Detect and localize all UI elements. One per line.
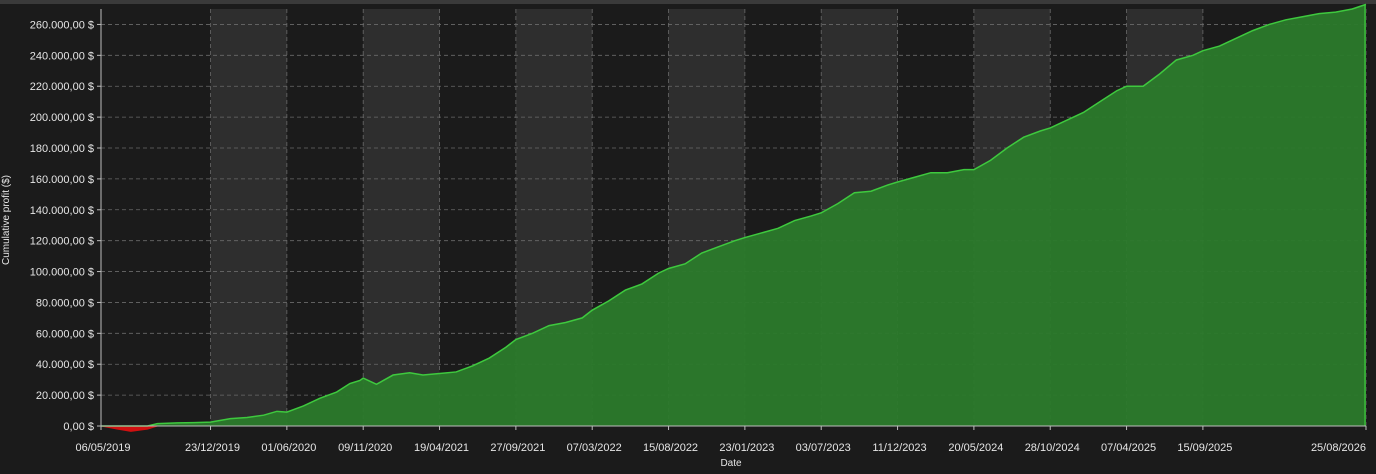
x-tick-label: 07/03/2022 [567, 442, 622, 454]
x-axis-title: Date [720, 458, 742, 469]
y-tick-label: 220.000,00 $ [30, 81, 94, 93]
x-tick-label: 11/12/2023 [872, 442, 926, 454]
y-tick-label: 0,00 $ [63, 421, 94, 433]
x-tick-label: 07/04/2025 [1101, 442, 1156, 454]
y-tick-label: 100.000,00 $ [30, 267, 94, 279]
y-tick-label: 80.000,00 $ [36, 297, 94, 309]
y-axis-title: Cumulative profit ($) [1, 175, 12, 265]
x-tick-label: 25/08/2026 [1311, 442, 1366, 454]
y-tick-label: 20.000,00 $ [36, 390, 94, 402]
x-tick-label: 28/10/2024 [1025, 442, 1080, 454]
x-tick-label: 06/05/2019 [75, 442, 130, 454]
negative-area [100, 425, 158, 432]
x-tick-label: 01/06/2020 [261, 442, 316, 454]
y-tick-label: 260.000,00 $ [30, 19, 94, 31]
y-axis-ticks: 0,00 $ 20.000,00 $ 40.000,00 $ 60.000,00 $ 8… [30, 19, 101, 433]
band [210, 9, 287, 426]
cumulative-profit-chart: 0,00 $ 20.000,00 $ 40.000,00 $ 60.000,00 $ 8… [1, 3, 1367, 469]
x-tick-label: 20/05/2024 [948, 442, 1003, 454]
y-tick-label: 180.000,00 $ [30, 143, 94, 155]
x-tick-label: 23/01/2023 [719, 442, 774, 454]
x-tick-label: 09/11/2020 [338, 442, 392, 454]
y-tick-label: 160.000,00 $ [30, 174, 94, 186]
x-tick-label: 15/09/2025 [1177, 442, 1232, 454]
y-tick-label: 120.000,00 $ [30, 236, 94, 248]
y-tick-label: 140.000,00 $ [30, 205, 94, 217]
y-tick-label: 40.000,00 $ [36, 359, 94, 371]
x-tick-label: 19/04/2021 [414, 442, 469, 454]
x-axis-ticks: 06/05/2019 23/12/2019 01/06/2020 09/11/2020… [75, 426, 1367, 454]
band [363, 9, 440, 426]
x-tick-label: 23/12/2019 [185, 442, 240, 454]
y-tick-label: 200.000,00 $ [30, 112, 94, 124]
x-tick-label: 15/08/2022 [643, 442, 698, 454]
x-tick-label: 27/09/2021 [490, 442, 545, 454]
y-tick-label: 60.000,00 $ [36, 328, 94, 340]
x-tick-label: 03/07/2023 [796, 442, 851, 454]
y-tick-label: 240.000,00 $ [30, 50, 94, 62]
